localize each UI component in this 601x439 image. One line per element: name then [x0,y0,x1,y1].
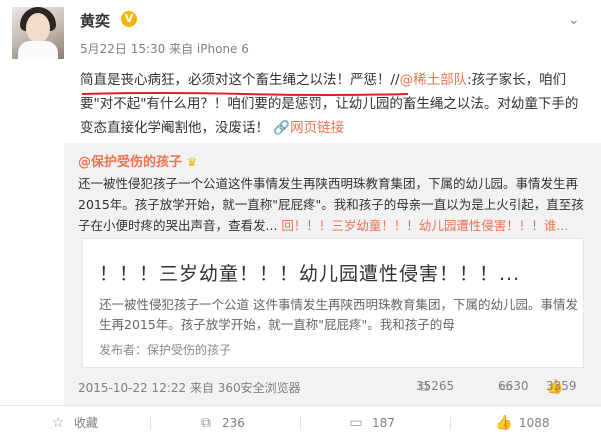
post-header: 黄奕 V 5月22日 15:30 来自 iPhone 6 ⌄ [0,0,601,66]
post-meta: 5月22日 15:30 来自 iPhone 6 [80,42,249,56]
comment-button[interactable]: ▭ 187 [348,406,395,439]
article-title: ！！！三岁幼童！！！幼儿园遭性侵害！！！... [99,263,521,285]
post-text: 简直是丧心病狂，必须对这个畜生绳之以法！严惩！//@稀土部队:孩子家长，咱们要"… [80,68,588,140]
divider [150,416,151,430]
article-publisher: 发布者：保护受伤的孩子 [99,343,232,357]
web-link[interactable]: 🔗网页链接 [273,120,344,136]
star-icon: ☆ [51,414,65,431]
repost-text: 还一被性侵犯孩子一个公道这件事情发生再陕西明珠教育集团，下属的幼儿园。事情发生再… [78,176,584,233]
post-text-slashes: // [390,72,400,88]
article-card[interactable]: ！！！三岁幼童！！！幼儿园遭性侵害！！！... 还一被性侵犯孩子一个公道 这件事… [82,238,584,368]
repost-time: 2015-10-22 12:22 来自 360安全浏览器 [78,381,301,395]
repost-icon: ⧉ [201,414,211,431]
divider [300,416,301,430]
action-bar: ☆ 收藏 ⧉ 236 ▭ 187 👍 1088 [0,405,601,439]
red-underline [81,92,409,96]
repost-author[interactable]: @保护受伤的孩子 ♛ [78,151,197,170]
post-text-highlight: 简直是丧心病狂，必须对这个畜生绳之以法！严惩！ [80,72,391,88]
repost-container: @保护受伤的孩子 ♛ 还一被性侵犯孩子一个公道这件事情发生再陕西明珠教育集团，下… [64,143,601,405]
verified-badge-icon: V [121,11,137,27]
repost-button[interactable]: ⧉ 236 [198,406,245,439]
comment-icon: ▭ [349,414,363,431]
like-button[interactable]: 👍 1088 [495,406,550,439]
chevron-down-icon[interactable]: ⌄ [568,12,580,28]
divider [450,416,451,430]
mention-link[interactable]: @稀土部队 [400,72,468,88]
link-icon: 🔗 [273,120,291,136]
repost-article-link[interactable]: 回！！！三岁幼童！！！幼儿园遭性侵害！！！谁... [281,218,568,233]
crown-icon: ♛ [186,155,198,169]
repost-footer: 2015-10-22 12:22 来自 360安全浏览器 ⧉ 35265 ▭ 663… [78,379,577,395]
article-summary: 还一被性侵犯孩子一个公道 这件事情发生再陕西明珠教育集团，下属的幼儿园。事情发生… [99,297,578,332]
favorite-button[interactable]: ☆ 收藏 [50,406,98,439]
author-name[interactable]: 黄奕 [80,10,110,31]
thumbs-up-icon: 👍 [495,414,513,431]
avatar[interactable] [12,7,64,59]
